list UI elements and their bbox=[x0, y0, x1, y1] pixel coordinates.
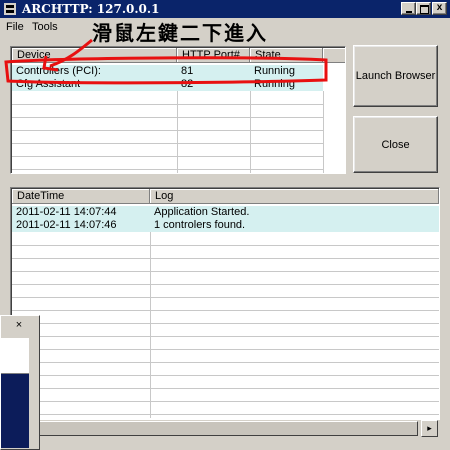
column-divider bbox=[323, 91, 324, 173]
minimize-button[interactable] bbox=[401, 2, 416, 15]
log-row[interactable]: 2011-02-11 14:07:46 1 controlers found. bbox=[12, 219, 439, 232]
scrollbar-thumb[interactable] bbox=[26, 421, 418, 436]
row-divider bbox=[12, 375, 439, 376]
row-divider bbox=[12, 169, 323, 170]
horizontal-scrollbar[interactable]: ▸ bbox=[10, 419, 440, 437]
row-divider bbox=[12, 143, 323, 144]
column-header-device[interactable]: Device bbox=[12, 48, 177, 63]
row-divider bbox=[12, 245, 439, 246]
column-header-filler bbox=[323, 48, 345, 63]
background-window-dark-area bbox=[1, 374, 29, 448]
row-divider bbox=[12, 130, 323, 131]
log-datetime: 2011-02-11 14:07:46 bbox=[16, 219, 117, 231]
row-divider bbox=[12, 284, 439, 285]
device-port: 81 bbox=[181, 65, 194, 77]
close-window-button[interactable]: x bbox=[432, 2, 447, 15]
device-name: Cfg Assistant bbox=[16, 78, 81, 90]
log-row[interactable]: 2011-02-11 14:07:44 Application Started. bbox=[12, 206, 439, 219]
app-icon bbox=[4, 3, 16, 15]
row-divider bbox=[12, 388, 439, 389]
row-divider bbox=[12, 117, 323, 118]
scroll-right-arrow-icon[interactable]: ▸ bbox=[421, 420, 438, 437]
column-header-log[interactable]: Log bbox=[150, 189, 439, 204]
row-divider bbox=[12, 310, 439, 311]
annotation-text: 滑鼠左鍵二下進入 bbox=[92, 21, 268, 45]
column-divider bbox=[250, 91, 251, 173]
row-divider bbox=[12, 401, 439, 402]
row-divider bbox=[12, 323, 439, 324]
device-port: 82 bbox=[181, 78, 194, 90]
log-datetime: 2011-02-11 14:07:44 bbox=[16, 206, 117, 218]
log-message: 1 controlers found. bbox=[154, 219, 246, 231]
row-divider bbox=[12, 258, 439, 259]
devices-list[interactable]: Device HTTP Port# State Controllers (PCI… bbox=[10, 46, 346, 174]
column-header-datetime[interactable]: DateTime bbox=[12, 189, 150, 204]
row-divider bbox=[12, 297, 439, 298]
log-list[interactable]: DateTime Log 2011-02-11 14:07:44 Applica… bbox=[10, 187, 440, 436]
title-bar[interactable]: ARCHTTP: 127.0.0.1 x bbox=[0, 0, 450, 18]
row-divider bbox=[12, 336, 439, 337]
background-window-content bbox=[1, 338, 29, 374]
menu-file[interactable]: File bbox=[6, 21, 24, 34]
maximize-button[interactable] bbox=[416, 2, 431, 15]
row-divider bbox=[12, 414, 439, 415]
launch-browser-button[interactable]: Launch Browser bbox=[353, 45, 438, 107]
row-divider bbox=[12, 349, 439, 350]
close-icon[interactable]: × bbox=[12, 319, 26, 333]
device-row[interactable]: Cfg Assistant 82 Running bbox=[12, 78, 323, 91]
column-header-state[interactable]: State bbox=[250, 48, 323, 63]
background-window[interactable]: × bbox=[0, 315, 40, 450]
log-message: Application Started. bbox=[154, 206, 250, 218]
row-divider bbox=[12, 271, 439, 272]
device-state: Running bbox=[254, 65, 295, 77]
device-state: Running bbox=[254, 78, 295, 90]
row-divider bbox=[12, 362, 439, 363]
device-row[interactable]: Controllers (PCI): 81 Running bbox=[12, 65, 323, 78]
column-divider bbox=[177, 91, 178, 173]
row-divider bbox=[12, 156, 323, 157]
row-divider bbox=[12, 104, 323, 105]
close-button[interactable]: Close bbox=[353, 116, 438, 173]
column-divider bbox=[150, 232, 151, 418]
window-title: ARCHTTP: 127.0.0.1 bbox=[22, 2, 160, 16]
column-header-port[interactable]: HTTP Port# bbox=[177, 48, 250, 63]
menu-tools[interactable]: Tools bbox=[32, 21, 58, 34]
device-name: Controllers (PCI): bbox=[16, 65, 101, 77]
